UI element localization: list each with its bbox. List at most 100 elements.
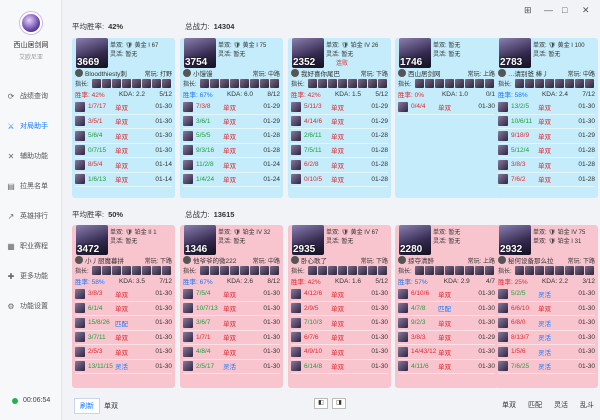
match-row[interactable]: 0/4/4 单双 01-30 <box>398 100 495 115</box>
match-row[interactable]: 3/8/3 单双 01-28 <box>498 158 595 173</box>
match-row[interactable]: 8/13/7 灵活 01-30 <box>498 331 595 345</box>
match-row[interactable]: 3/5/1 单双 01-30 <box>75 115 172 129</box>
player-card[interactable]: 1746 单双: 暂无 灵活: 暂无 西山居剑网 常玩: 上路 指长: 胜率: 0% KDA:… <box>395 38 498 198</box>
page-next-button[interactable]: ◨ <box>332 398 346 409</box>
maximize-icon[interactable]: □ <box>562 5 567 15</box>
match-row[interactable]: 9/18/9 单双 01-29 <box>498 129 595 144</box>
match-row[interactable]: 6/14/8 单双 01-30 <box>291 360 388 374</box>
match-row[interactable]: 1/6/13 单双 01-14 <box>75 173 172 187</box>
filter-normal[interactable]: 匹配 <box>528 400 542 410</box>
match-row[interactable]: 3/8/3 单双 01-29 <box>398 331 495 345</box>
match-row[interactable]: 4/14/6 单双 01-29 <box>291 115 388 129</box>
summoner-name[interactable]: 小馒馒 <box>193 68 253 78</box>
match-row[interactable]: 8/5/4 单双 01-14 <box>75 158 172 173</box>
nav-item-tools[interactable]: ✕ 辅助功能 <box>6 148 58 164</box>
summoner-name[interactable]: …请别爸 棒丿 <box>508 68 568 78</box>
nav-item-calendar[interactable]: ▦ 职业赛程 <box>6 238 58 254</box>
summoner-name[interactable]: 掠夺清醉 <box>408 255 468 265</box>
match-row[interactable]: 4/8/4 单双 01-30 <box>183 345 280 360</box>
player-card[interactable]: 2280 单双: 暂无 灵活: 暂无 掠夺清醉 常玩: 上路 指长: 胜率: 57% KDA:… <box>395 225 498 388</box>
match-row[interactable]: 4/12/6 单双 01-30 <box>291 287 388 302</box>
match-row[interactable]: 10/6/11 单双 01-30 <box>498 115 595 129</box>
match-row[interactable]: 2/6/11 单双 01-28 <box>291 129 388 144</box>
match-row[interactable]: 7/3/8 单双 01-29 <box>183 100 280 115</box>
tab-refresh[interactable]: 刷新 <box>74 398 100 414</box>
match-row[interactable]: 5/6/4 单双 01-30 <box>75 129 172 144</box>
nav-item-clock[interactable]: ⟳ 战绩查询 <box>6 88 58 104</box>
queue-type: 单双 <box>331 177 344 185</box>
summoner-name[interactable]: 他爷爷的微222 <box>193 255 253 265</box>
match-row[interactable]: 9/2/3 单双 01-30 <box>398 316 495 331</box>
match-row[interactable]: 6/6/10 单双 01-30 <box>498 302 595 316</box>
match-row[interactable]: 3/7/11 单双 01-30 <box>75 331 172 345</box>
summoner-name[interactable]: 西山居剑网 <box>408 68 468 78</box>
avatar[interactable] <box>20 12 42 34</box>
match-row[interactable]: 6/1/4 单双 01-30 <box>75 302 172 316</box>
player-card[interactable]: 2783 单双: 🛡 黄金 I 100 灵活: 暂无 …请别爸 棒丿 常玩: 中路 指长:… <box>495 38 598 198</box>
player-card[interactable]: 2352 单双: 🛡 铂金 IV 26 灵活: 暂无 连败 我好喜你尾巴 常玩: 下路 指长… <box>288 38 391 198</box>
minimize-icon[interactable]: — <box>544 5 553 15</box>
player-card[interactable]: 2935 单双: 🛡 黄金 IV 67 灵活: 暂无 卧心歌了 常玩: 下路 指长: 胜率:… <box>288 225 391 388</box>
match-row[interactable]: 5/12/4 单双 01-28 <box>498 144 595 158</box>
match-row[interactable]: 11/2/8 单双 01-24 <box>183 158 280 173</box>
match-row[interactable]: 3/8/3 单双 01-30 <box>75 287 172 302</box>
summoner-name[interactable]: Bloodthiesty刺 <box>85 68 145 78</box>
match-row[interactable]: 13/2/5 单双 01-30 <box>498 100 595 115</box>
player-card[interactable]: 3754 单双: 🛡 黄金 I 75 灵活: 暂无 小馒馒 常玩: 中路 指长: 胜率: 6… <box>180 38 283 198</box>
match-row[interactable]: 6/7/6 单双 01-30 <box>291 331 388 345</box>
tab-ranked[interactable]: 单双 <box>98 398 124 414</box>
match-row[interactable]: 14/43/12 单双 01-30 <box>398 345 495 360</box>
pool-label: 指长: <box>291 82 305 88</box>
match-row[interactable]: 7/6/2 单双 01-28 <box>498 173 595 187</box>
player-card[interactable]: 2932 单双: 🛡 铂金 IV 75 单双: 🛡 铂金 I 31 秘何设备那么拉 常玩… <box>495 225 598 388</box>
match-row[interactable]: 5/2/5 灵活 01-30 <box>498 287 595 302</box>
nav-item-swords[interactable]: ⚔ 对局助手 <box>6 118 58 134</box>
summoner-name[interactable]: 小丿厨魔暮拼 <box>85 255 145 265</box>
match-row[interactable]: 6/10/6 单双 01-30 <box>398 287 495 302</box>
match-row[interactable]: 15/8/26 匹配 01-30 <box>75 316 172 331</box>
match-row[interactable]: 7/6/25 灵活 01-30 <box>498 360 595 374</box>
match-row[interactable]: 0/10/5 单双 01-28 <box>291 173 388 187</box>
page-prev-button[interactable]: ◧ <box>314 398 328 409</box>
match-row[interactable]: 3/6/7 单双 01-30 <box>183 316 280 331</box>
pin-icon[interactable]: ⊞ <box>524 5 532 16</box>
match-row[interactable]: 3/6/1 单双 01-29 <box>183 115 280 129</box>
match-row[interactable]: 4/11/6 单双 01-30 <box>398 360 495 374</box>
queue-type: 单双 <box>331 320 344 328</box>
match-row[interactable]: 13/11/15 灵活 01-30 <box>75 360 172 374</box>
summoner-name[interactable]: 我好喜你尾巴 <box>301 68 361 78</box>
match-row[interactable]: 1/7/1 单双 01-30 <box>183 331 280 345</box>
match-row[interactable]: 6/8/0 灵活 01-30 <box>498 316 595 331</box>
match-row[interactable]: 7/5/11 单双 01-28 <box>291 144 388 158</box>
nav-item-settings[interactable]: ⚙ 功能设置 <box>6 298 58 314</box>
match-row[interactable]: 2/5/17 灵活 01-30 <box>183 360 280 374</box>
nav-item-more[interactable]: ✚ 更多功能 <box>6 268 58 284</box>
nav-item-list[interactable]: ▤ 拉黑名单 <box>6 178 58 194</box>
champion-portrait: 2783 <box>499 38 531 68</box>
match-row[interactable]: 5/5/5 单双 01-28 <box>183 129 280 144</box>
match-row[interactable]: 1/5/6 灵活 01-30 <box>498 345 595 360</box>
filter-aram[interactable]: 乱斗 <box>580 400 594 410</box>
close-icon[interactable]: ✕ <box>582 5 590 16</box>
player-card[interactable]: 3472 单双: 🛡 铂金 II 1 灵活: 暂无 小丿厨魔暮拼 常玩: 下路 指长: 胜率… <box>72 225 175 388</box>
match-row[interactable]: 7/10/3 单双 01-30 <box>291 316 388 331</box>
match-row[interactable]: 4/9/10 单双 01-30 <box>291 345 388 360</box>
match-row[interactable]: 1/4/24 单双 01-24 <box>183 173 280 187</box>
match-row[interactable]: 5/11/3 单双 01-29 <box>291 100 388 115</box>
match-row[interactable]: 0/7/15 单双 01-30 <box>75 144 172 158</box>
match-row[interactable]: 7/5/4 单双 01-30 <box>183 287 280 302</box>
match-row[interactable]: 1/7/17 单双 01-30 <box>75 100 172 115</box>
nav-item-chart[interactable]: ↗ 英雄排行 <box>6 208 58 224</box>
match-row[interactable]: 4/7/8 匹配 01-30 <box>398 302 495 316</box>
filter-ranked[interactable]: 单双 <box>502 400 516 410</box>
match-row[interactable]: 6/2/8 单双 01-28 <box>291 158 388 173</box>
filter-flex[interactable]: 灵活 <box>554 400 568 410</box>
match-row[interactable]: 9/3/16 单双 01-28 <box>183 144 280 158</box>
match-row[interactable]: 2/5/3 单双 01-30 <box>75 345 172 360</box>
match-row[interactable]: 10/7/13 单双 01-30 <box>183 302 280 316</box>
player-card[interactable]: 1346 单双: 🛡 铂金 IV 32 灵活: 暂无 他爷爷的微222 常玩: 中路 指长… <box>180 225 283 388</box>
summoner-name[interactable]: 秘何设备那么拉 <box>508 255 568 265</box>
player-card[interactable]: 3669 单双: 🛡 黄金 I 67 灵活: 暂无 Bloodthiesty刺 常玩: … <box>72 38 175 198</box>
match-row[interactable]: 2/9/5 单双 01-30 <box>291 302 388 316</box>
summoner-name[interactable]: 卧心歌了 <box>301 255 361 265</box>
